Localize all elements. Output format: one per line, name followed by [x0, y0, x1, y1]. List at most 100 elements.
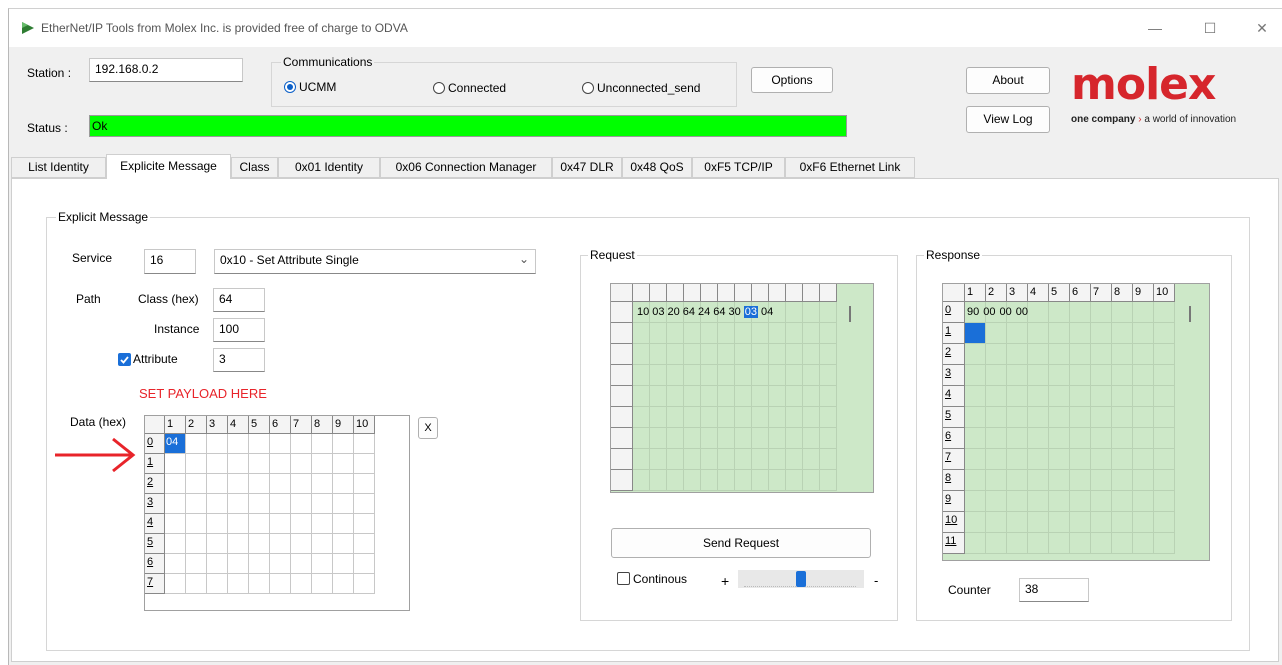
- response-cell[interactable]: [1133, 512, 1154, 533]
- data-cell[interactable]: [165, 514, 186, 534]
- request-cell[interactable]: [752, 470, 769, 491]
- request-cell[interactable]: [820, 449, 837, 470]
- response-cell[interactable]: [1007, 470, 1028, 491]
- data-cell[interactable]: [207, 554, 228, 574]
- response-cell[interactable]: [965, 512, 986, 533]
- data-cell[interactable]: [354, 454, 375, 474]
- station-input[interactable]: 192.168.0.2: [89, 58, 243, 82]
- data-cell[interactable]: [249, 434, 270, 454]
- response-cell[interactable]: [1070, 386, 1091, 407]
- response-cell[interactable]: [1007, 533, 1028, 554]
- data-cell[interactable]: [165, 554, 186, 574]
- request-cell[interactable]: [650, 470, 667, 491]
- response-grid[interactable]: 1 2 3 4 5 6 7 8 9 10 0 1 2 3 4 5 6 7 8 9 10 11 90 00 00 00: [942, 283, 1210, 561]
- attribute-checkbox[interactable]: [118, 353, 131, 366]
- request-cell[interactable]: [820, 470, 837, 491]
- tab-class[interactable]: Class: [231, 157, 278, 178]
- data-cell[interactable]: [249, 494, 270, 514]
- request-cell[interactable]: [684, 386, 701, 407]
- request-cell[interactable]: [684, 407, 701, 428]
- clear-data-button[interactable]: X: [418, 417, 438, 439]
- response-cell[interactable]: [1154, 533, 1175, 554]
- response-cell[interactable]: [1133, 386, 1154, 407]
- request-cell[interactable]: [752, 386, 769, 407]
- options-button[interactable]: Options: [751, 67, 833, 93]
- request-cell[interactable]: [650, 407, 667, 428]
- response-cell[interactable]: [1154, 386, 1175, 407]
- request-cell[interactable]: [786, 407, 803, 428]
- data-cell[interactable]: [333, 514, 354, 534]
- data-cell[interactable]: [291, 434, 312, 454]
- request-cell[interactable]: [718, 470, 735, 491]
- data-cell[interactable]: [228, 454, 249, 474]
- data-cell[interactable]: [333, 574, 354, 594]
- response-cell[interactable]: [1049, 344, 1070, 365]
- request-cell[interactable]: [684, 323, 701, 344]
- request-cell[interactable]: [735, 344, 752, 365]
- response-cell[interactable]: [1112, 302, 1133, 323]
- response-cell[interactable]: [1028, 407, 1049, 428]
- request-cell[interactable]: [684, 344, 701, 365]
- response-cell[interactable]: [1007, 386, 1028, 407]
- response-cell[interactable]: [986, 512, 1007, 533]
- request-cell[interactable]: [786, 386, 803, 407]
- request-cell[interactable]: [633, 470, 650, 491]
- data-cell[interactable]: [207, 434, 228, 454]
- data-cell[interactable]: [312, 434, 333, 454]
- data-cell[interactable]: [270, 454, 291, 474]
- response-cell[interactable]: [1154, 302, 1175, 323]
- data-cell[interactable]: [186, 434, 207, 454]
- request-cell[interactable]: [701, 344, 718, 365]
- data-cell[interactable]: [165, 534, 186, 554]
- request-cell[interactable]: [803, 386, 820, 407]
- request-cell[interactable]: [735, 449, 752, 470]
- data-cell[interactable]: [291, 514, 312, 534]
- tab-tcpip[interactable]: 0xF5 TCP/IP: [692, 157, 785, 178]
- request-cell[interactable]: [769, 470, 786, 491]
- data-cell[interactable]: [249, 454, 270, 474]
- request-cell[interactable]: [667, 344, 684, 365]
- request-cell[interactable]: [718, 407, 735, 428]
- response-cell[interactable]: [1028, 491, 1049, 512]
- data-cell[interactable]: [249, 514, 270, 534]
- data-cell[interactable]: [207, 454, 228, 474]
- request-cell[interactable]: [633, 407, 650, 428]
- response-cell[interactable]: [1133, 449, 1154, 470]
- request-cell[interactable]: [633, 386, 650, 407]
- request-cell[interactable]: [684, 365, 701, 386]
- response-cell[interactable]: [1028, 512, 1049, 533]
- tab-qos[interactable]: 0x48 QoS: [622, 157, 692, 178]
- data-cell[interactable]: [270, 574, 291, 594]
- response-cell[interactable]: [1028, 449, 1049, 470]
- data-cell[interactable]: [333, 474, 354, 494]
- tab-explicite-message[interactable]: Explicite Message: [106, 154, 231, 179]
- response-cell[interactable]: [1133, 533, 1154, 554]
- data-cell[interactable]: [333, 434, 354, 454]
- response-cell[interactable]: [1154, 365, 1175, 386]
- data-cell[interactable]: [207, 494, 228, 514]
- response-cell[interactable]: [1133, 302, 1154, 323]
- response-cell[interactable]: [1112, 365, 1133, 386]
- request-cell[interactable]: [803, 323, 820, 344]
- request-grid[interactable]: 10 03 20 64 24 64 30 03 04: [610, 283, 874, 493]
- response-cell[interactable]: [1070, 470, 1091, 491]
- request-cell[interactable]: [803, 365, 820, 386]
- data-cell[interactable]: [186, 454, 207, 474]
- response-cell[interactable]: [1049, 302, 1070, 323]
- response-cell[interactable]: [1133, 470, 1154, 491]
- data-cell[interactable]: [312, 494, 333, 514]
- response-cell[interactable]: [986, 449, 1007, 470]
- request-cell[interactable]: [820, 386, 837, 407]
- data-cell[interactable]: [354, 574, 375, 594]
- data-cell[interactable]: [354, 554, 375, 574]
- response-cell[interactable]: [1028, 428, 1049, 449]
- request-cell[interactable]: [735, 470, 752, 491]
- request-cell[interactable]: [684, 428, 701, 449]
- response-cell[interactable]: [1070, 302, 1091, 323]
- request-cell[interactable]: [752, 323, 769, 344]
- data-cell[interactable]: [186, 554, 207, 574]
- service-input[interactable]: 16: [144, 249, 196, 274]
- data-cell[interactable]: [354, 434, 375, 454]
- continuous-checkbox[interactable]: [617, 572, 630, 585]
- response-cell[interactable]: [986, 365, 1007, 386]
